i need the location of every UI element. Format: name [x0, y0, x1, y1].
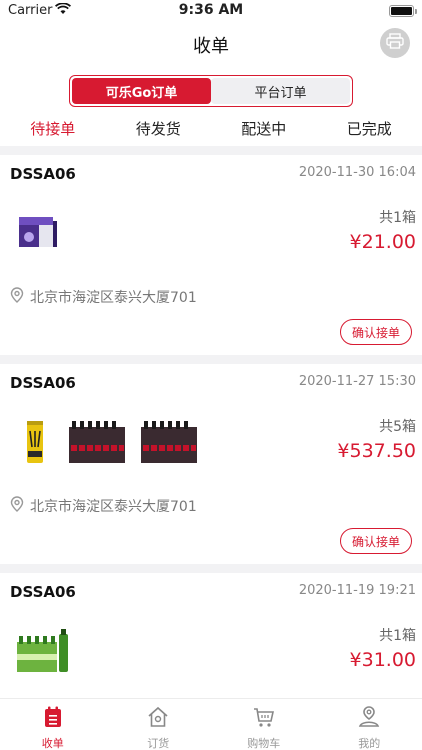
user-icon: [357, 705, 381, 733]
segment-platform[interactable]: 平台订单: [211, 78, 350, 104]
page-title: 收单: [193, 36, 229, 57]
product-thumbnails: [15, 203, 61, 263]
product-thumbnails: [15, 412, 199, 472]
order-card[interactable]: DSSA06 2020-11-19 19:21 共1箱 ¥31.00: [0, 573, 422, 699]
tabbar-label: 我的: [358, 737, 381, 750]
printer-button[interactable]: [380, 28, 410, 58]
product-image: [15, 626, 71, 676]
tabbar-item-mine[interactable]: 我的: [317, 699, 422, 750]
confirm-accept-button[interactable]: 确认接单: [340, 319, 412, 345]
segment-kele-go[interactable]: 可乐Go订单: [72, 78, 211, 104]
nav-bar: 收单: [0, 22, 422, 66]
order-quantity: 共1箱: [379, 210, 416, 226]
delivery-address: 北京市海淀区泰兴大厦701: [10, 287, 197, 307]
delivery-address: 北京市海淀区泰兴大厦701: [10, 496, 197, 516]
divider: [0, 146, 422, 155]
tabbar-label: 购物车: [247, 737, 281, 750]
tab-completed[interactable]: 已完成: [317, 112, 422, 146]
order-quantity: 共1箱: [379, 628, 416, 644]
order-date: 2020-11-27 15:30: [298, 374, 416, 389]
tab-pending-ship[interactable]: 待发货: [106, 112, 212, 146]
cart-icon: [252, 705, 276, 733]
battery-icon: [389, 5, 417, 17]
divider: [0, 355, 422, 364]
tab-delivering[interactable]: 配送中: [211, 112, 317, 146]
tabbar-label: 订货: [147, 737, 170, 750]
order-price: ¥31.00: [349, 649, 416, 671]
shop-code: DSSA06: [10, 583, 76, 601]
clock: 9:36 AM: [178, 2, 244, 18]
product-image: [15, 213, 61, 253]
order-source-segment: 可乐Go订单 平台订单: [69, 75, 353, 107]
tab-pending-accept[interactable]: 待接单: [0, 112, 106, 148]
confirm-accept-button[interactable]: 确认接单: [340, 528, 412, 554]
order-date: 2020-11-30 16:04: [298, 165, 416, 180]
product-thumbnails: [15, 621, 71, 681]
tabbar-item-cart[interactable]: 购物车: [211, 699, 317, 750]
tabbar-item-order[interactable]: 订货: [106, 699, 212, 750]
printer-icon: [386, 33, 404, 53]
home-icon: [146, 705, 170, 733]
shop-code: DSSA06: [10, 165, 76, 183]
location-pin-icon: [10, 287, 24, 307]
status-bar: Carrier 9:36 AM: [0, 0, 422, 22]
location-pin-icon: [10, 496, 24, 516]
product-image: [139, 417, 199, 467]
order-status-tabs: 待接单 待发货 配送中 已完成: [0, 112, 422, 148]
shop-code: DSSA06: [10, 374, 76, 392]
order-quantity: 共5箱: [379, 419, 416, 435]
tabbar-label: 收单: [41, 737, 64, 750]
product-image: [67, 417, 127, 467]
order-price: ¥537.50: [337, 440, 416, 462]
tabbar-item-receive[interactable]: 收单: [0, 699, 106, 750]
order-date: 2020-11-19 19:21: [298, 583, 416, 598]
order-card[interactable]: DSSA06 2020-11-27 15:30 共5箱 ¥537.50 北京市海…: [0, 364, 422, 564]
address-text: 北京市海淀区泰兴大厦701: [30, 499, 197, 515]
order-price: ¥21.00: [349, 231, 416, 253]
divider: [0, 564, 422, 573]
product-image: [15, 417, 55, 467]
bottom-tab-bar: 收单 订货 购物车 我的: [0, 698, 422, 750]
receipt-icon: [41, 705, 65, 733]
address-text: 北京市海淀区泰兴大厦701: [30, 290, 197, 306]
order-card[interactable]: DSSA06 2020-11-30 16:04 共1箱 ¥21.00 北京市海淀…: [0, 155, 422, 355]
